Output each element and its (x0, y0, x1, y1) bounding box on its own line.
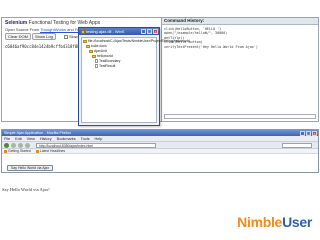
minimize-icon[interactable]: _ (300, 131, 305, 136)
home-icon[interactable] (25, 143, 30, 148)
clear-dom-button[interactable]: Clear DOM (5, 33, 32, 40)
tree-item[interactable]: TestBoundary (95, 59, 120, 63)
bookmark-latest-headlines[interactable]: Latest Headlines (35, 148, 66, 153)
selenium-source: Open Source From ThoughtWorks and Friend… (5, 27, 88, 32)
file-icon (95, 64, 98, 68)
forward-icon[interactable] (11, 143, 16, 148)
tree-item-label: AjaxUnit (94, 49, 108, 53)
dialog-title: testing.ajax.dll - WinS (86, 29, 125, 34)
search-input[interactable] (282, 143, 312, 148)
maximize-icon[interactable]: □ (306, 131, 311, 136)
close-icon[interactable]: × (312, 131, 317, 136)
bookmark-label: Latest Headlines (39, 148, 66, 153)
dialog-titlebar[interactable]: testing.ajax.dll - WinS _ □ × (79, 28, 159, 35)
back-icon[interactable] (4, 143, 9, 148)
command-history-pane: Command History: click(HelloButton, 'HEL… (161, 18, 318, 121)
menu-edit[interactable]: Edit (15, 136, 22, 141)
minimize-icon[interactable]: _ (141, 29, 146, 34)
tree-item[interactable]: AjaxUnit (89, 49, 107, 53)
menu-file[interactable]: File (4, 136, 10, 141)
navigation-toolbar: http://localhost:8080/ajax/index.html (2, 142, 318, 149)
tree-item-label: bulle.docs (91, 44, 107, 48)
selenium-brand: Selenium (5, 20, 28, 26)
maximize-icon[interactable]: □ (147, 29, 152, 34)
menu-help[interactable]: Help (95, 136, 103, 141)
tree-item[interactable]: file://localhost/C:/Ajax/Tests/NimbleUse… (83, 39, 190, 43)
reload-icon[interactable] (18, 143, 23, 148)
close-icon[interactable]: × (153, 29, 158, 34)
file-tree-dialog: testing.ajax.dll - WinS _ □ × file://loc… (78, 27, 190, 126)
browser-window-controls: _ □ × (300, 131, 317, 136)
menu-history[interactable]: History (40, 136, 52, 141)
command-input[interactable] (164, 114, 316, 119)
tree-item-label: TestResult (99, 64, 116, 68)
logo-part-1: Nimble (237, 214, 283, 230)
address-bar[interactable]: http://localhost:8080/ajax/index.html (36, 143, 156, 148)
browser-title: Simple Ajax Application - Mozilla Firefo… (4, 131, 72, 135)
selenium-panel: Selenium Functional Testing for Web Apps… (1, 17, 319, 122)
slow-mode-checkbox[interactable] (64, 34, 68, 39)
selenium-title: Selenium Functional Testing for Web Apps (5, 20, 100, 26)
hello-result-text: Say Hello World via Ajax! (2, 187, 50, 192)
tree-item-label: helloworld (97, 54, 113, 58)
nimbleuser-logo: NimbleUser (237, 214, 312, 230)
say-hello-button[interactable]: Say Hello World via Ajax (7, 165, 54, 171)
tree-item[interactable]: helloworld (92, 54, 113, 58)
browser-titlebar[interactable]: Simple Ajax Application - Mozilla Firefo… (2, 130, 318, 136)
window-controls: _ □ × (141, 29, 158, 34)
browser-window: Simple Ajax Application - Mozilla Firefo… (1, 129, 319, 173)
history-line: verifyTextPresent('Hey Hello World From … (164, 44, 258, 49)
logo-part-2: User (282, 214, 312, 230)
menu-view[interactable]: View (27, 136, 35, 141)
selenium-title-rest: Functional Testing for Web Apps (28, 20, 101, 26)
folder-icon (92, 54, 96, 58)
folder-tree: file://localhost/C:/Ajax/Tests/NimbleUse… (81, 37, 190, 123)
menu-bookmarks[interactable]: Bookmarks (57, 136, 76, 141)
bookmark-label: Getting Started (8, 148, 31, 153)
menu-tools[interactable]: Tools (81, 136, 90, 141)
folder-icon (89, 49, 93, 53)
bookmark-getting-started[interactable]: Getting Started (4, 149, 31, 153)
folder-icon (86, 44, 90, 48)
tree-item-label: file://localhost/C:/Ajax/Tests/NimbleUse… (88, 39, 190, 43)
page-content: Say Hello World via Ajax (2, 154, 318, 176)
tree-item[interactable]: TestResult (95, 64, 115, 68)
app-icon (81, 29, 85, 34)
rss-icon (35, 149, 39, 153)
tree-item[interactable]: bulle.docs (86, 44, 107, 48)
file-icon (95, 59, 98, 63)
show-log-button[interactable]: Show Log (32, 33, 56, 40)
command-history-title: Command History: (162, 18, 318, 25)
bookmark-icon (4, 149, 7, 153)
source-prefix: Open Source From (5, 27, 41, 32)
tree-item-label: TestBoundary (99, 59, 121, 63)
folder-icon (83, 39, 87, 43)
